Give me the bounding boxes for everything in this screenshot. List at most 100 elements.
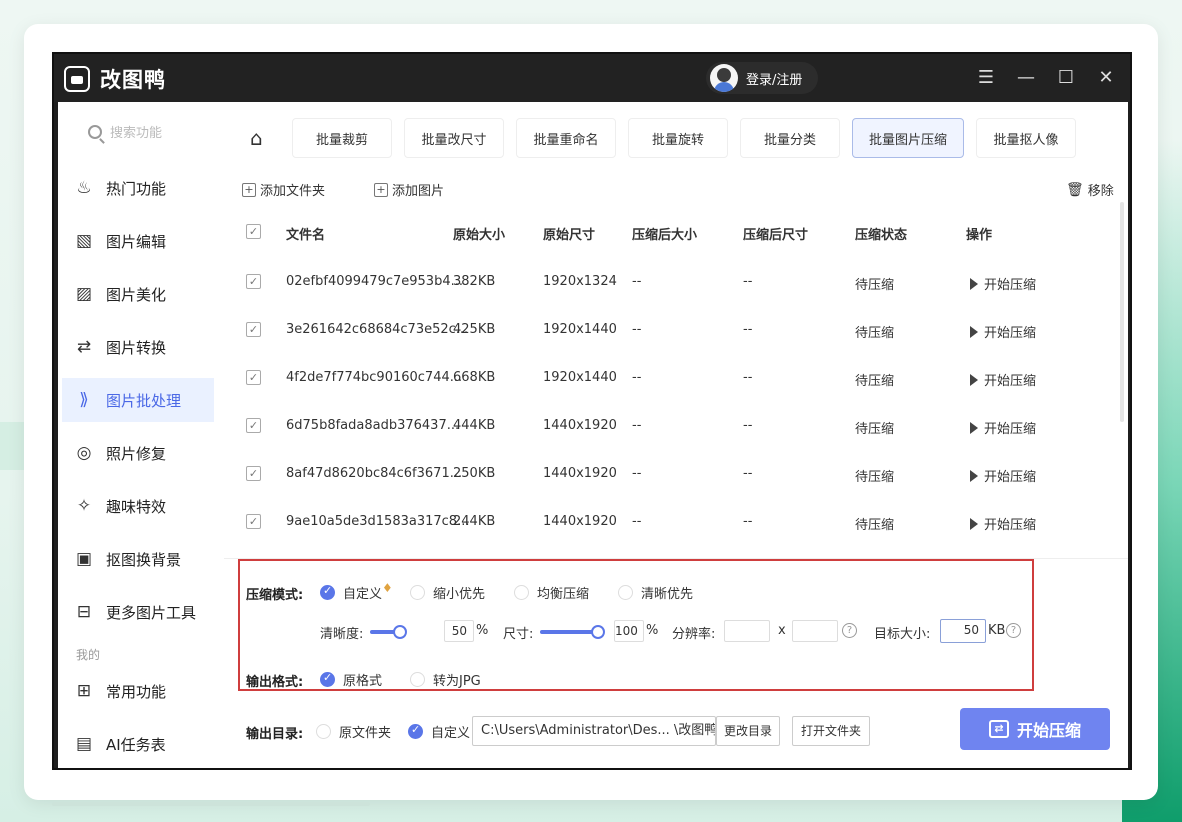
header-compressed-size: 压缩后大小 bbox=[632, 228, 698, 243]
toolbox-icon: ⊟ bbox=[76, 602, 92, 622]
size-slider-knob[interactable] bbox=[591, 625, 605, 639]
size-slider-track[interactable] bbox=[540, 630, 598, 634]
mode-custom-radio[interactable]: 自定义 ♦ bbox=[320, 580, 393, 602]
change-dir-button[interactable]: 更改目录 bbox=[716, 716, 780, 746]
target-size-input[interactable]: 50 bbox=[940, 619, 986, 643]
sidebar-item-common[interactable]: ⊞ 常用功能 bbox=[62, 669, 214, 713]
row-start-button[interactable]: 开始压缩 bbox=[970, 466, 1036, 485]
play-icon bbox=[970, 373, 978, 386]
target-size-help-icon[interactable]: ? bbox=[1006, 623, 1021, 638]
menu-icon[interactable]: ☰ bbox=[974, 66, 998, 90]
vip-crown-icon: ♦ bbox=[382, 580, 393, 595]
format-jpg-radio[interactable]: 转为JPG bbox=[410, 670, 481, 689]
sidebar-item-batch[interactable]: ⟫ 图片批处理 bbox=[62, 378, 214, 422]
remove-button[interactable]: 🗑 移除 bbox=[1066, 180, 1114, 200]
clarity-slider-knob[interactable] bbox=[393, 625, 407, 639]
output-format-label: 输出格式: bbox=[246, 675, 304, 690]
background-left-strip bbox=[0, 422, 24, 470]
play-icon bbox=[970, 277, 978, 290]
tab-batch-portrait-cutout[interactable]: 批量抠人像 bbox=[976, 118, 1076, 158]
sidebar-item-cutout[interactable]: ▣ 抠图换背景 bbox=[62, 537, 214, 581]
add-folder-button[interactable]: + 添加文件夹 bbox=[242, 180, 325, 199]
sidebar-item-label: 常用功能 bbox=[106, 682, 167, 701]
row-start-button[interactable]: 开始压缩 bbox=[970, 322, 1036, 341]
row-start-button[interactable]: 开始压缩 bbox=[970, 418, 1036, 437]
dir-custom-radio[interactable]: 自定义 bbox=[408, 722, 470, 741]
bottom-accent-bar bbox=[52, 802, 370, 806]
resolution-width-input[interactable] bbox=[724, 620, 770, 642]
mode-balanced-radio[interactable]: 均衡压缩 bbox=[514, 583, 589, 602]
tab-batch-resize[interactable]: 批量改尺寸 bbox=[404, 118, 504, 158]
target-size-unit: KB bbox=[988, 623, 1006, 638]
clarity-input[interactable]: 50 bbox=[444, 620, 474, 642]
cell-status: 待压缩 bbox=[855, 374, 895, 389]
sidebar-item-image-convert[interactable]: ⇄ 图片转换 bbox=[62, 325, 214, 369]
tab-batch-crop[interactable]: 批量裁剪 bbox=[292, 118, 392, 158]
sidebar-item-image-beautify[interactable]: ▨ 图片美化 bbox=[62, 272, 214, 316]
row-checkbox[interactable]: ✓ bbox=[246, 466, 261, 481]
cell-compressed-size: -- bbox=[632, 274, 642, 289]
row-checkbox[interactable]: ✓ bbox=[246, 514, 261, 529]
cell-compressed-size: -- bbox=[632, 322, 642, 337]
cell-compressed-size: -- bbox=[632, 514, 642, 529]
row-start-button[interactable]: 开始压缩 bbox=[970, 370, 1036, 389]
sidebar: 搜索功能 ♨ 热门功能 ▧ 图片编辑 ▨ 图片美化 ⇄ 图片转换 ⟫ 图片批处理 bbox=[58, 102, 224, 768]
table-scrollbar[interactable] bbox=[1120, 202, 1124, 422]
dir-original-radio[interactable]: 原文件夹 bbox=[316, 722, 391, 741]
size-input[interactable]: 100 bbox=[614, 620, 644, 642]
resolution-help-icon[interactable]: ? bbox=[842, 623, 857, 638]
header-compressed-dim: 压缩后尺寸 bbox=[743, 228, 809, 243]
home-icon[interactable]: ⌂ bbox=[250, 126, 263, 150]
image-beautify-icon: ▨ bbox=[75, 284, 93, 304]
sidebar-item-hot[interactable]: ♨ 热门功能 bbox=[62, 166, 214, 210]
cell-original-size: 382KB bbox=[453, 274, 496, 289]
tab-batch-rotate[interactable]: 批量旋转 bbox=[628, 118, 728, 158]
row-checkbox[interactable]: ✓ bbox=[246, 418, 261, 433]
size-label: 尺寸: bbox=[503, 627, 534, 642]
resolution-height-input[interactable] bbox=[792, 620, 838, 642]
cell-compressed-dim: -- bbox=[743, 466, 753, 481]
format-original-radio[interactable]: 原格式 bbox=[320, 670, 382, 689]
output-path-field[interactable]: C:\Users\Administrator\Des... \改图鸭 bbox=[472, 716, 716, 746]
sidebar-item-more-tools[interactable]: ⊟ 更多图片工具 bbox=[62, 590, 214, 634]
cell-compressed-dim: -- bbox=[743, 274, 753, 289]
tab-batch-classify[interactable]: 批量分类 bbox=[740, 118, 840, 158]
row-checkbox[interactable]: ✓ bbox=[246, 274, 261, 289]
sidebar-item-fun-effects[interactable]: ✧ 趣味特效 bbox=[62, 484, 214, 528]
sidebar-item-label: 图片编辑 bbox=[106, 232, 167, 251]
table-row: ✓ 9ae10a5de3d1583a317c8... 244KB 1440x19… bbox=[224, 498, 1118, 546]
cell-compressed-size: -- bbox=[632, 370, 642, 385]
maximize-icon[interactable]: ☐ bbox=[1054, 66, 1078, 90]
sidebar-item-label: 照片修复 bbox=[106, 444, 167, 463]
cell-original-dim: 1440x1920 bbox=[543, 466, 617, 481]
start-compress-button[interactable]: ⇄ 开始压缩 bbox=[960, 708, 1110, 750]
play-icon bbox=[970, 517, 978, 530]
login-button[interactable]: 登录/注册 bbox=[706, 62, 819, 94]
sidebar-item-image-edit[interactable]: ▧ 图片编辑 bbox=[62, 219, 214, 263]
sidebar-item-photo-repair[interactable]: ◎ 照片修复 bbox=[62, 431, 214, 475]
minimize-icon[interactable]: — bbox=[1014, 66, 1038, 90]
add-image-icon: + bbox=[374, 182, 388, 197]
sidebar-item-ai-tasks[interactable]: ▤ AI任务表 bbox=[62, 722, 214, 766]
select-all-checkbox[interactable]: ✓ bbox=[246, 224, 261, 239]
table-row: ✓ 6d75b8fada8adb376437... 444KB 1440x192… bbox=[224, 402, 1118, 450]
open-folder-button[interactable]: 打开文件夹 bbox=[792, 716, 870, 746]
add-image-button[interactable]: + 添加图片 bbox=[374, 180, 444, 199]
tab-batch-rename[interactable]: 批量重命名 bbox=[516, 118, 616, 158]
magic-wand-icon: ✧ bbox=[76, 496, 92, 516]
row-start-button[interactable]: 开始压缩 bbox=[970, 274, 1036, 293]
close-icon[interactable]: ✕ bbox=[1094, 66, 1118, 90]
row-checkbox[interactable]: ✓ bbox=[246, 322, 261, 337]
target-size-label: 目标大小: bbox=[874, 627, 931, 642]
radio-unchecked-icon bbox=[410, 672, 425, 687]
cell-filename: 3e261642c68684c73e52c... bbox=[286, 322, 469, 337]
row-checkbox[interactable]: ✓ bbox=[246, 370, 261, 385]
tab-batch-compress[interactable]: 批量图片压缩 bbox=[852, 118, 964, 158]
mode-shrink-radio[interactable]: 缩小优先 bbox=[410, 583, 485, 602]
search-box[interactable]: 搜索功能 bbox=[88, 122, 162, 141]
radio-checked-icon bbox=[320, 671, 335, 687]
cell-filename: 4f2de7f774bc90160c744... bbox=[286, 370, 463, 385]
table-header: ✓ 文件名 原始大小 原始尺寸 压缩后大小 压缩后尺寸 压缩状态 操作 bbox=[224, 210, 1118, 254]
mode-clarity-radio[interactable]: 清晰优先 bbox=[618, 583, 693, 602]
row-start-button[interactable]: 开始压缩 bbox=[970, 514, 1036, 533]
